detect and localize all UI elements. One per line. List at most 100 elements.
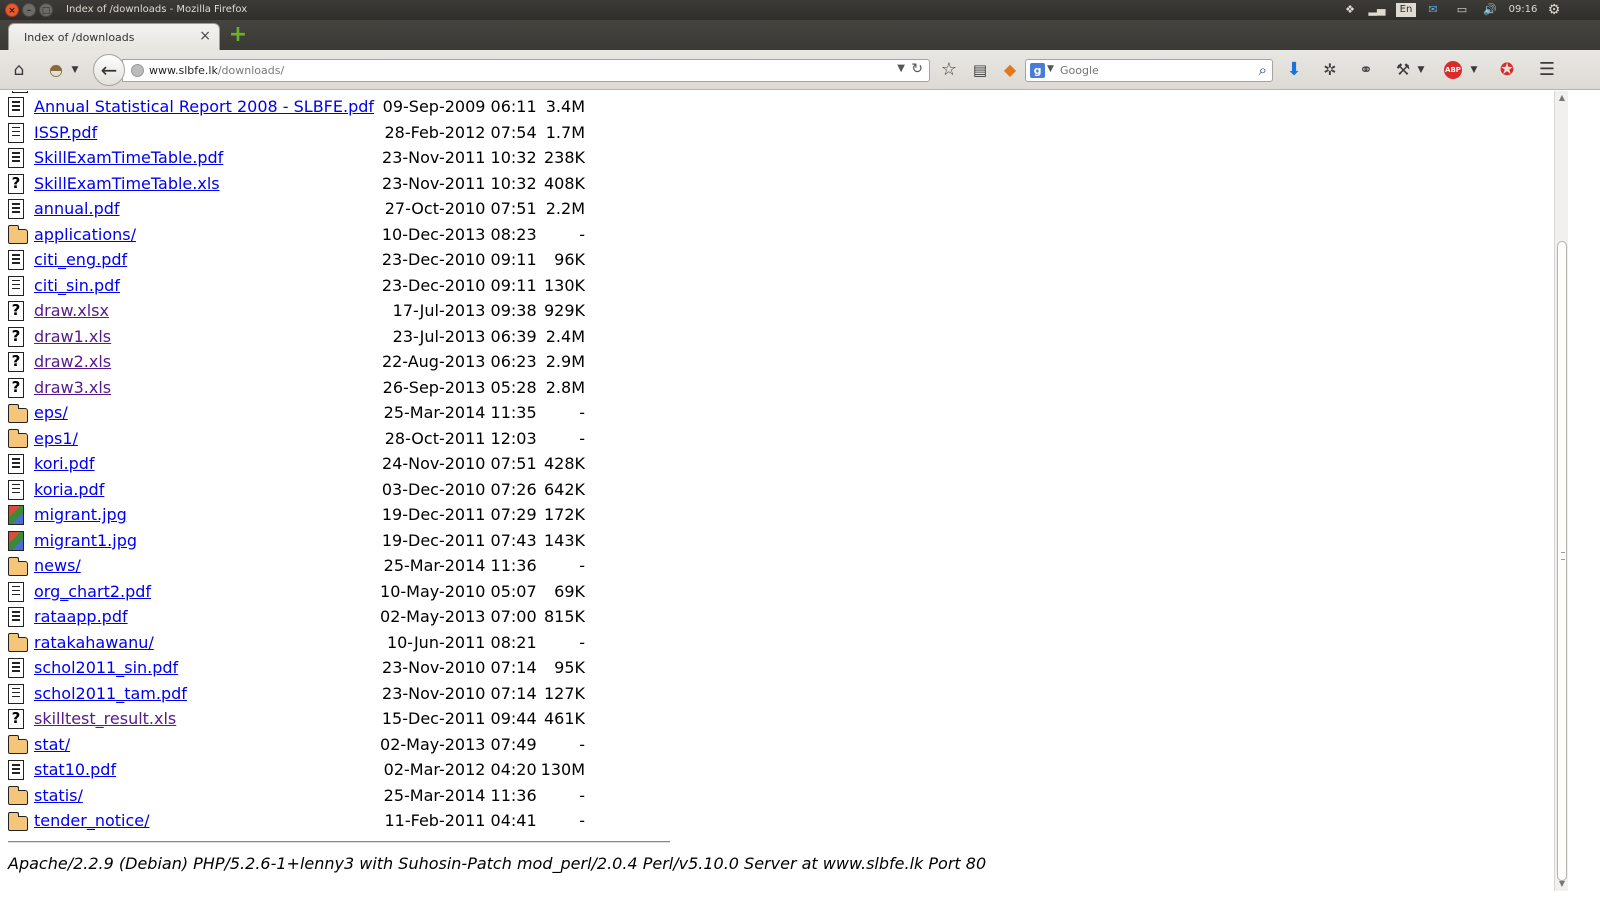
table-row: migrant.jpg 19-Dec-2011 07:29 172K — [8, 502, 585, 528]
file-size: 130K — [543, 275, 585, 295]
file-link[interactable]: Annual Statistical Report 2008 - SLBFE.p… — [34, 97, 374, 116]
icon-cell — [8, 757, 34, 783]
file-link[interactable]: skilltest_result.xls — [34, 709, 176, 728]
file-size: 428K — [543, 454, 585, 474]
tab-close-icon[interactable]: × — [199, 28, 211, 44]
icon-cell — [8, 681, 34, 707]
mail-icon[interactable]: ✉ — [1424, 0, 1442, 20]
file-link[interactable]: rataapp.pdf — [34, 607, 128, 626]
network-signal-icon[interactable]: ▂▄ — [1367, 0, 1387, 20]
file-link[interactable]: migrant1.jpg — [34, 531, 137, 550]
url-bar[interactable]: www.slbfe.lk/downloads/ ▼ ↻ — [122, 59, 930, 82]
unknown-file-icon: ? — [8, 377, 24, 398]
search-bar[interactable]: g ▼ ⌕ — [1025, 59, 1273, 82]
file-link[interactable]: stat10.pdf — [34, 760, 116, 779]
table-row: ratakahawanu/10-Jun-2011 08:21 - — [7, 630, 585, 656]
bookmark-menu-icon[interactable]: ◓ — [45, 59, 67, 81]
scroll-up-arrow-icon[interactable]: ▲ — [1555, 91, 1569, 105]
search-input[interactable] — [1060, 62, 1240, 79]
window-minimize-button[interactable]: – — [22, 3, 36, 17]
window-maximize-button[interactable]: □ — [39, 3, 53, 17]
file-link[interactable]: applications/ — [34, 225, 136, 244]
battery-icon[interactable]: ▭ — [1451, 0, 1473, 20]
unknown-file-icon: ? — [8, 173, 24, 194]
new-tab-button[interactable]: + — [228, 24, 248, 46]
google-engine-icon[interactable]: g — [1030, 63, 1045, 78]
file-link[interactable]: citi_sin.pdf — [34, 276, 120, 295]
file-link[interactable]: citi_eng.pdf — [34, 250, 127, 269]
bookmarks-list-icon[interactable]: ▤ — [969, 59, 991, 81]
file-link[interactable]: draw1.xls — [34, 327, 111, 346]
bookmark-star-icon[interactable]: ☆ — [938, 59, 960, 81]
scrollbar-thumb[interactable] — [1557, 241, 1567, 881]
chevron-down-icon[interactable]: ▼ — [68, 59, 82, 81]
search-engine-dropdown-icon[interactable]: ▼ — [1047, 64, 1054, 74]
file-link[interactable]: stat/ — [34, 735, 70, 754]
search-icon[interactable]: ⌕ — [1259, 61, 1267, 79]
back-button[interactable]: ← — [93, 54, 125, 86]
name-cell: Annual Statistical Report 2008 - SLBFE.p… — [34, 94, 380, 120]
developer-tools-icon[interactable]: ⚒ — [1392, 59, 1414, 81]
vertical-scrollbar[interactable]: ▲ ▼ — [1554, 91, 1568, 891]
table-row: stat10.pdf 02-Mar-2012 04:20 130M — [8, 757, 585, 783]
chevron-down-icon[interactable]: ▼ — [1467, 59, 1481, 81]
dropbox-icon[interactable]: ❖ — [1341, 0, 1359, 20]
document-file-icon — [8, 122, 24, 143]
downloads-icon[interactable]: ⬇ — [1283, 59, 1305, 81]
menu-icon[interactable]: ☰ — [1536, 59, 1558, 81]
file-link[interactable]: annual.pdf — [34, 199, 120, 218]
table-row: koria.pdf 03-Dec-2010 07:26 642K — [8, 477, 585, 503]
file-link[interactable]: statis/ — [34, 786, 83, 805]
table-row: Annual Statistical Report 2008 - SLBFE.p… — [8, 94, 585, 120]
file-size: - — [579, 632, 585, 652]
window-titlebar: × – □ Index of /downloads - Mozilla Fire… — [0, 0, 1600, 20]
chevron-down-icon[interactable]: ▼ — [1414, 59, 1428, 81]
volume-icon[interactable]: 🔊 — [1481, 0, 1499, 20]
file-link[interactable]: migrant.jpg — [34, 505, 127, 524]
unknown-file-icon: ? — [8, 301, 24, 321]
file-link[interactable]: schol2011_sin.pdf — [34, 658, 178, 677]
file-line — [12, 211, 20, 213]
file-link[interactable]: draw3.xls — [34, 378, 111, 397]
file-line — [12, 109, 20, 111]
addon-red-icon[interactable]: ✪ — [1496, 59, 1518, 81]
keyboard-layout-indicator[interactable]: En — [1396, 3, 1416, 17]
file-link[interactable]: ISSP.pdf — [34, 123, 97, 142]
file-link[interactable]: draw2.xls — [34, 352, 111, 371]
addon-bird-icon[interactable]: ◆ — [999, 59, 1021, 81]
file-link[interactable]: eps1/ — [34, 429, 78, 448]
file-line — [12, 156, 20, 158]
window-close-button[interactable]: × — [5, 3, 19, 17]
file-link[interactable]: koria.pdf — [34, 480, 104, 499]
tab-index-of-downloads[interactable]: Index of /downloads × — [8, 23, 220, 50]
home-icon[interactable]: ⌂ — [8, 59, 30, 81]
file-link[interactable]: schol2011_tam.pdf — [34, 684, 187, 703]
url-text[interactable]: www.slbfe.lk/downloads/ — [149, 64, 284, 77]
file-link[interactable]: draw.xlsx — [34, 301, 109, 320]
addon-share-icon[interactable]: ⚭ — [1355, 59, 1377, 81]
unknown-file-icon: ? — [8, 326, 24, 347]
modified-date: 25-Mar-2014 11:36 — [383, 556, 537, 576]
reload-icon[interactable]: ↻ — [911, 61, 923, 77]
file-line — [12, 126, 20, 128]
adblock-plus-icon[interactable]: ABP — [1444, 61, 1462, 79]
system-settings-icon[interactable]: ⚙ — [1545, 0, 1563, 20]
file-link[interactable]: ratakahawanu/ — [34, 633, 154, 652]
url-history-dropdown-icon[interactable]: ▼ — [897, 63, 905, 74]
file-link[interactable]: kori.pdf — [34, 454, 95, 473]
file-line — [12, 458, 20, 460]
addon-puzzle-icon[interactable]: ✲ — [1319, 59, 1341, 81]
table-row: migrant1.jpg 19-Dec-2011 07:43 143K — [8, 528, 585, 554]
file-link[interactable]: SkillExamTimeTable.xls — [34, 174, 220, 193]
scroll-down-arrow-icon[interactable]: ▼ — [1555, 877, 1569, 891]
file-link[interactable]: org_chart2.pdf — [34, 582, 151, 601]
name-cell: koria.pdf — [34, 477, 380, 503]
file-link[interactable]: eps/ — [34, 403, 68, 422]
file-link[interactable]: SkillExamTimeTable.pdf — [34, 148, 223, 167]
site-identity-icon[interactable] — [131, 64, 144, 77]
document-file-icon — [8, 607, 24, 627]
file-link[interactable]: tender_notice/ — [34, 811, 150, 830]
clock[interactable]: 09:16 — [1508, 0, 1538, 20]
file-link[interactable]: news/ — [34, 556, 81, 575]
file-line — [12, 491, 20, 493]
